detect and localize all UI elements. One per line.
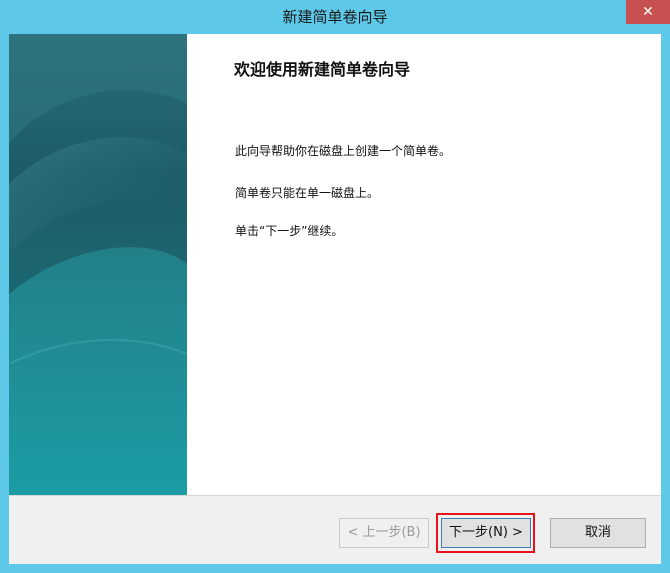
window-title: 新建简单卷向导	[282, 8, 388, 26]
close-icon: ✕	[642, 4, 654, 20]
description-text: 此向导帮助你在磁盘上创建一个简单卷。	[235, 144, 452, 158]
wizard-banner-image	[9, 34, 187, 495]
close-button[interactable]: ✕	[626, 0, 670, 24]
banner-swoosh-graphic	[9, 34, 187, 495]
button-bar: < 上一步(B) 下一步(N) > 取消	[9, 495, 661, 564]
wizard-client-area: 欢迎使用新建简单卷向导 此向导帮助你在磁盘上创建一个简单卷。 简单卷只能在单一磁…	[9, 34, 661, 564]
next-button[interactable]: 下一步(N) >	[441, 518, 531, 548]
wizard-window: 新建简单卷向导 ✕ 欢迎使用新建简单卷向导 此向导帮助你在磁盘上创建一个简单卷。…	[0, 0, 670, 573]
description-text: 简单卷只能在单一磁盘上。	[235, 186, 380, 200]
page-title: 欢迎使用新建简单卷向导	[234, 60, 411, 79]
cancel-button[interactable]: 取消	[550, 518, 646, 548]
instruction-text: 单击“下一步”继续。	[235, 224, 344, 238]
wizard-content: 欢迎使用新建简单卷向导 此向导帮助你在磁盘上创建一个简单卷。 简单卷只能在单一磁…	[187, 34, 661, 495]
title-bar[interactable]: 新建简单卷向导 ✕	[0, 0, 670, 34]
back-button[interactable]: < 上一步(B)	[339, 518, 429, 548]
